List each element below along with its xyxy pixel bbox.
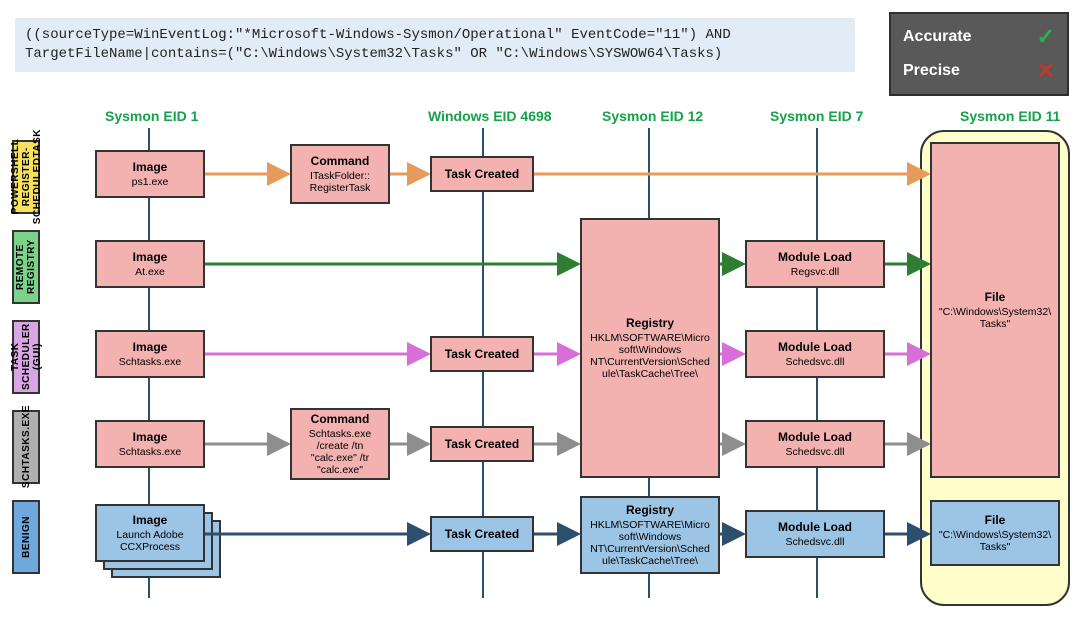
node-r3-task: Task Created bbox=[430, 336, 534, 372]
legend-precise: Precise ✕ bbox=[903, 58, 1055, 84]
node-r2-image: ImageAt.exe bbox=[95, 240, 205, 288]
row-label-task-scheduler-gui: TASK SCHEDULER (GUI) bbox=[12, 320, 40, 394]
node-r1-task: Task Created bbox=[430, 156, 534, 192]
query-bar: ((sourceType=WinEventLog:"*Microsoft-Win… bbox=[15, 18, 855, 72]
row-label-schtasks: SCHTASKS.EXE bbox=[12, 410, 40, 484]
cross-icon: ✕ bbox=[1037, 58, 1055, 84]
node-r4-command: CommandSchtasks.exe /create /tn "calc.ex… bbox=[290, 408, 390, 480]
col-sysmon11: Sysmon EID 11 bbox=[960, 108, 1060, 124]
legend-accurate: Accurate ✓ bbox=[903, 24, 1055, 50]
node-r4-image: ImageSchtasks.exe bbox=[95, 420, 205, 468]
legend-precise-label: Precise bbox=[903, 62, 960, 80]
col-win4698: Windows EID 4698 bbox=[428, 108, 552, 124]
node-r3-module: Module LoadSchedsvc.dll bbox=[745, 330, 885, 378]
node-r3-image: ImageSchtasks.exe bbox=[95, 330, 205, 378]
node-file-combined: File "C:\Windows\System32\Tasks" bbox=[930, 142, 1060, 478]
node-r1-image: Imageps1.exe bbox=[95, 150, 205, 198]
node-r5-image: ImageLaunch Adobe CCXProcess bbox=[95, 504, 205, 562]
node-r4-task: Task Created bbox=[430, 426, 534, 462]
col-sysmon1: Sysmon EID 1 bbox=[105, 108, 198, 124]
row-label-remote-registry: REMOTE REGISTRY bbox=[12, 230, 40, 304]
query-text: ((sourceType=WinEventLog:"*Microsoft-Win… bbox=[25, 27, 731, 62]
node-registry-combined: Registry HKLM\SOFTWARE\Microsoft\Windows… bbox=[580, 218, 720, 478]
col-sysmon12: Sysmon EID 12 bbox=[602, 108, 703, 124]
check-icon: ✓ bbox=[1037, 24, 1055, 50]
row-label-powershell: POWERSHELL REGISTER-SCHEDULEDTASK bbox=[12, 140, 40, 214]
node-r1-command: CommandITaskFolder:: RegisterTask bbox=[290, 144, 390, 204]
row-label-benign: BENIGN bbox=[12, 500, 40, 574]
node-r5-file: File"C:\Windows\System32\Tasks" bbox=[930, 500, 1060, 566]
node-r4-module: Module LoadSchedsvc.dll bbox=[745, 420, 885, 468]
node-r2-module: Module LoadRegsvc.dll bbox=[745, 240, 885, 288]
node-r5-task: Task Created bbox=[430, 516, 534, 552]
col-sysmon7: Sysmon EID 7 bbox=[770, 108, 863, 124]
legend-accurate-label: Accurate bbox=[903, 28, 971, 46]
legend-box: Accurate ✓ Precise ✕ bbox=[889, 12, 1069, 96]
node-r5-module: Module LoadSchedsvc.dll bbox=[745, 510, 885, 558]
node-r5-registry: RegistryHKLM\SOFTWARE\Microsoft\Windows … bbox=[580, 496, 720, 574]
